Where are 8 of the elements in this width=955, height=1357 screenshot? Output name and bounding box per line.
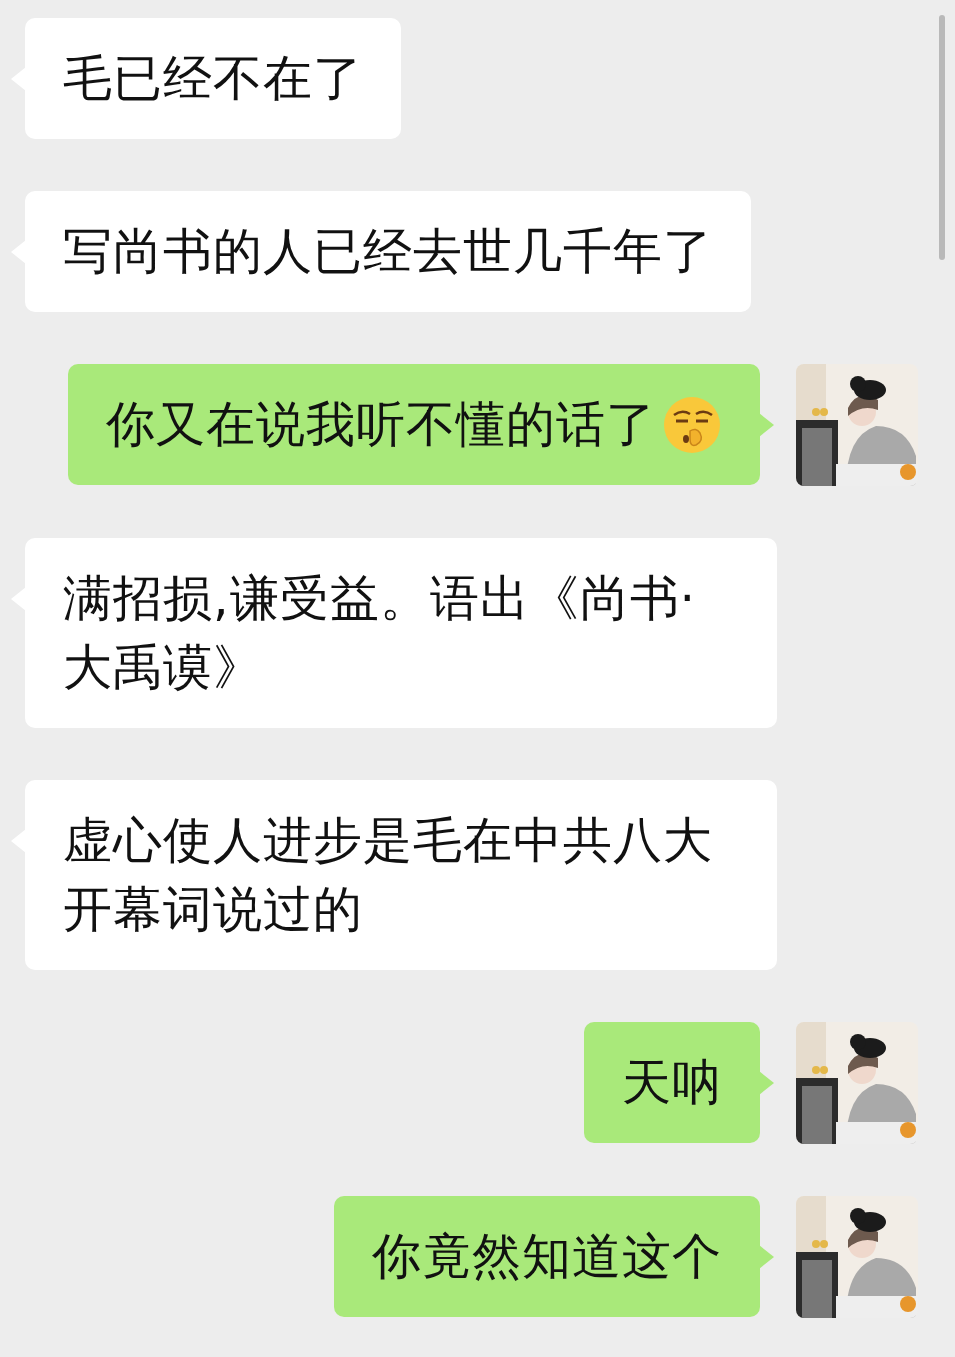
avatar-illustration[interactable] [796, 364, 918, 486]
avatar-illustration[interactable] [796, 1022, 918, 1144]
emoji-icon [662, 394, 722, 455]
bubble-tail [759, 413, 774, 437]
avatar-illustration[interactable] [796, 1196, 918, 1318]
bubble-tail [759, 1071, 774, 1095]
scrollbar-thumb[interactable] [939, 15, 945, 260]
bubble-tail [759, 1245, 774, 1269]
